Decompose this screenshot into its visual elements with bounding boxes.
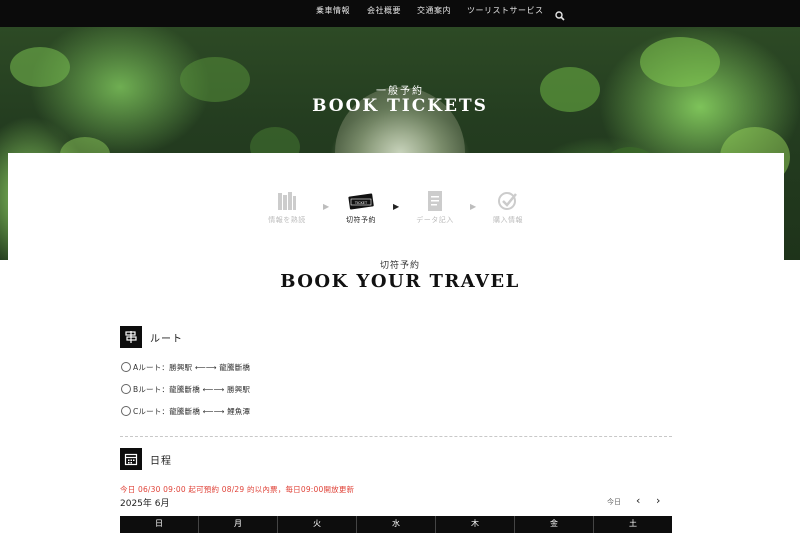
step-purchase-info[interactable]: 購入情報 xyxy=(478,190,538,225)
hero-subtitle: 一般予約 xyxy=(376,86,424,97)
calendar-icon xyxy=(120,448,142,470)
step-label: 情報を熟読 xyxy=(268,216,306,224)
nav-item-transport[interactable]: 交通案内 xyxy=(417,0,451,27)
radio-button[interactable] xyxy=(121,362,131,372)
step-arrow-icon: ▶ xyxy=(323,202,330,211)
weekday-wed: 水 xyxy=(357,516,436,533)
top-nav: 乗車情報 会社概要 交通案内 ツーリストサービス xyxy=(0,0,800,27)
section-divider xyxy=(120,436,672,437)
calendar-month: 2025年 6月 xyxy=(120,499,170,509)
booking-notice: 今日 06/30 09:00 起可預約 08/29 的以內票，每日09:00開放… xyxy=(120,485,355,494)
step-arrow-icon: ▶ xyxy=(393,202,400,211)
section-subtitle: 切符予約 xyxy=(379,261,420,271)
route-heading: ルート xyxy=(120,325,183,349)
search-icon[interactable] xyxy=(555,6,565,21)
radio-button[interactable] xyxy=(121,406,131,416)
route-option-a[interactable]: Aルート：勝興駅 ⟵⟶ 龍騰斷橋 xyxy=(121,361,250,373)
weekday-thu: 木 xyxy=(436,516,515,533)
svg-text:TICKET: TICKET xyxy=(354,201,368,205)
step-arrow-icon: ▶ xyxy=(470,202,477,211)
weekday-mon: 月 xyxy=(199,516,278,533)
nav-item-tourist-service[interactable]: ツーリストサービス xyxy=(467,0,544,27)
weekday-sun: 日 xyxy=(120,516,199,533)
weekday-sat: 土 xyxy=(629,519,637,528)
radio-button[interactable] xyxy=(121,384,131,394)
route-heading-label: ルート xyxy=(150,333,183,345)
today-button[interactable]: 今日 xyxy=(607,497,621,507)
route-option-label: Cルート：龍騰斷橋 ⟵⟶ 鯉魚潭 xyxy=(133,406,251,416)
step-label: 切符予約 xyxy=(346,216,376,224)
books-icon xyxy=(276,190,298,212)
section-title: BOOK YOUR TRAVEL xyxy=(280,271,520,292)
hero-title: BOOK TICKETS xyxy=(312,96,488,116)
ticket-icon: TICKET xyxy=(346,190,376,212)
schedule-heading: 日程 xyxy=(120,447,172,471)
weekday-fri: 金 xyxy=(515,516,594,533)
route-option-label: Bルート：龍騰斷橋 ⟵⟶ 勝興駅 xyxy=(133,384,251,394)
signpost-icon xyxy=(120,326,142,348)
nav-item-company[interactable]: 会社概要 xyxy=(367,0,401,27)
calendar-weekday-header: 日 月 火 水 木 金 土 xyxy=(120,516,672,533)
nav-item-boarding-info[interactable]: 乗車情報 xyxy=(316,0,350,27)
chevron-left-icon[interactable]: ‹ xyxy=(636,494,640,507)
step-label: 購入情報 xyxy=(493,216,523,224)
document-icon xyxy=(424,190,446,212)
step-book-ticket[interactable]: TICKET 切符予約 xyxy=(331,190,391,225)
route-option-b[interactable]: Bルート：龍騰斷橋 ⟵⟶ 勝興駅 xyxy=(121,383,250,395)
step-read-info[interactable]: 情報を熟読 xyxy=(257,190,317,225)
checkmark-icon xyxy=(497,190,519,212)
step-fill-data[interactable]: データ記入 xyxy=(405,190,465,225)
weekday-tue: 火 xyxy=(278,516,357,533)
route-option-label: Aルート：勝興駅 ⟵⟶ 龍騰斷橋 xyxy=(133,362,251,372)
step-label: データ記入 xyxy=(416,216,454,224)
schedule-heading-label: 日程 xyxy=(150,455,172,467)
chevron-right-icon[interactable]: › xyxy=(656,494,660,507)
route-option-c[interactable]: Cルート：龍騰斷橋 ⟵⟶ 鯉魚潭 xyxy=(121,405,250,417)
